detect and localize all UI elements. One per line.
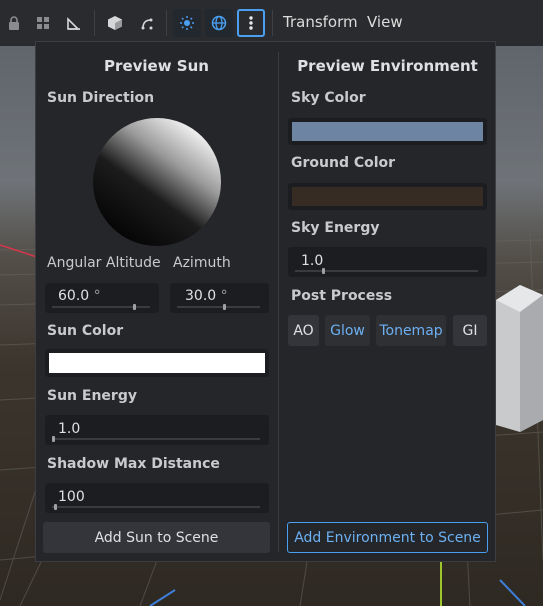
transform-icon[interactable] (133, 9, 161, 37)
sun-direction-label: Sun Direction (47, 90, 155, 106)
preview-settings-popup: Preview Sun Sun Direction Angular Altitu… (35, 41, 496, 562)
degree-unit: ° (93, 288, 101, 304)
lock-icon[interactable] (0, 9, 28, 37)
degree-unit: ° (220, 288, 228, 304)
gi-toggle[interactable]: GI (453, 315, 487, 346)
shadow-max-distance-track (52, 506, 260, 508)
angular-altitude-field[interactable]: 60.0 ° (45, 283, 159, 313)
shadow-max-distance-value: 100 (58, 489, 85, 505)
sky-color-picker[interactable] (288, 118, 487, 145)
tonemap-toggle[interactable]: Tonemap (376, 315, 446, 346)
column-divider (278, 52, 279, 552)
ruler-icon[interactable] (60, 9, 88, 37)
post-process-label: Post Process (291, 288, 393, 304)
sun-energy-field[interactable]: 1.0 (45, 415, 269, 445)
sun-energy-grabber[interactable] (52, 436, 55, 442)
sky-energy-value: 1.0 (301, 253, 324, 269)
ground-color-label: Ground Color (291, 155, 396, 171)
more-vertical-icon[interactable] (237, 9, 265, 37)
sun-energy-label: Sun Energy (47, 388, 137, 404)
view-menu[interactable]: View (367, 13, 403, 31)
add-environment-to-scene-button[interactable]: Add Environment to Scene (287, 522, 488, 553)
cube-icon[interactable] (101, 9, 129, 37)
sky-energy-grabber[interactable] (322, 268, 326, 274)
angular-altitude-value: 60.0 (58, 288, 90, 304)
shadow-max-distance-label: Shadow Max Distance (47, 456, 220, 472)
azimuth-label: Azimuth (173, 255, 231, 271)
toolbar-separator (94, 10, 95, 36)
azimuth-grabber[interactable] (222, 304, 226, 310)
add-sun-to-scene-button[interactable]: Add Sun to Scene (43, 522, 270, 553)
viewport-toolbar: Transform View (0, 0, 543, 46)
sun-color-label: Sun Color (47, 323, 124, 339)
sun-direction-sphere[interactable] (92, 117, 222, 247)
sky-color-swatch (292, 122, 483, 141)
preview-sun-title: Preview Sun (104, 57, 209, 75)
toolbar-separator (166, 10, 167, 36)
sun-color-picker[interactable] (45, 349, 269, 377)
azimuth-field[interactable]: 30.0 ° (170, 283, 269, 313)
sun-energy-track (52, 438, 260, 440)
shadow-max-distance-field[interactable]: 100 (45, 483, 269, 513)
ground-color-swatch (292, 187, 483, 206)
ao-toggle[interactable]: AO (288, 315, 319, 346)
shadow-max-distance-grabber[interactable] (54, 504, 58, 510)
glow-toggle[interactable]: Glow (325, 315, 370, 346)
sun-color-swatch (49, 353, 265, 373)
grid-snap-icon[interactable] (29, 9, 57, 37)
transform-menu[interactable]: Transform (283, 13, 358, 31)
ground-color-picker[interactable] (288, 183, 487, 210)
preview-environment-title: Preview Environment (297, 57, 478, 75)
globe-icon[interactable] (205, 9, 233, 37)
sun-energy-value: 1.0 (58, 421, 81, 437)
angular-altitude-grabber[interactable] (133, 304, 137, 310)
toolbar-separator (272, 10, 273, 36)
azimuth-track (177, 306, 260, 308)
sun-icon[interactable] (173, 9, 201, 37)
sky-color-label: Sky Color (291, 90, 366, 106)
sky-energy-label: Sky Energy (291, 220, 380, 236)
angular-altitude-label: Angular Altitude (47, 255, 161, 271)
sky-energy-field[interactable]: 1.0 (288, 247, 487, 277)
azimuth-value: 30.0 (185, 288, 217, 304)
